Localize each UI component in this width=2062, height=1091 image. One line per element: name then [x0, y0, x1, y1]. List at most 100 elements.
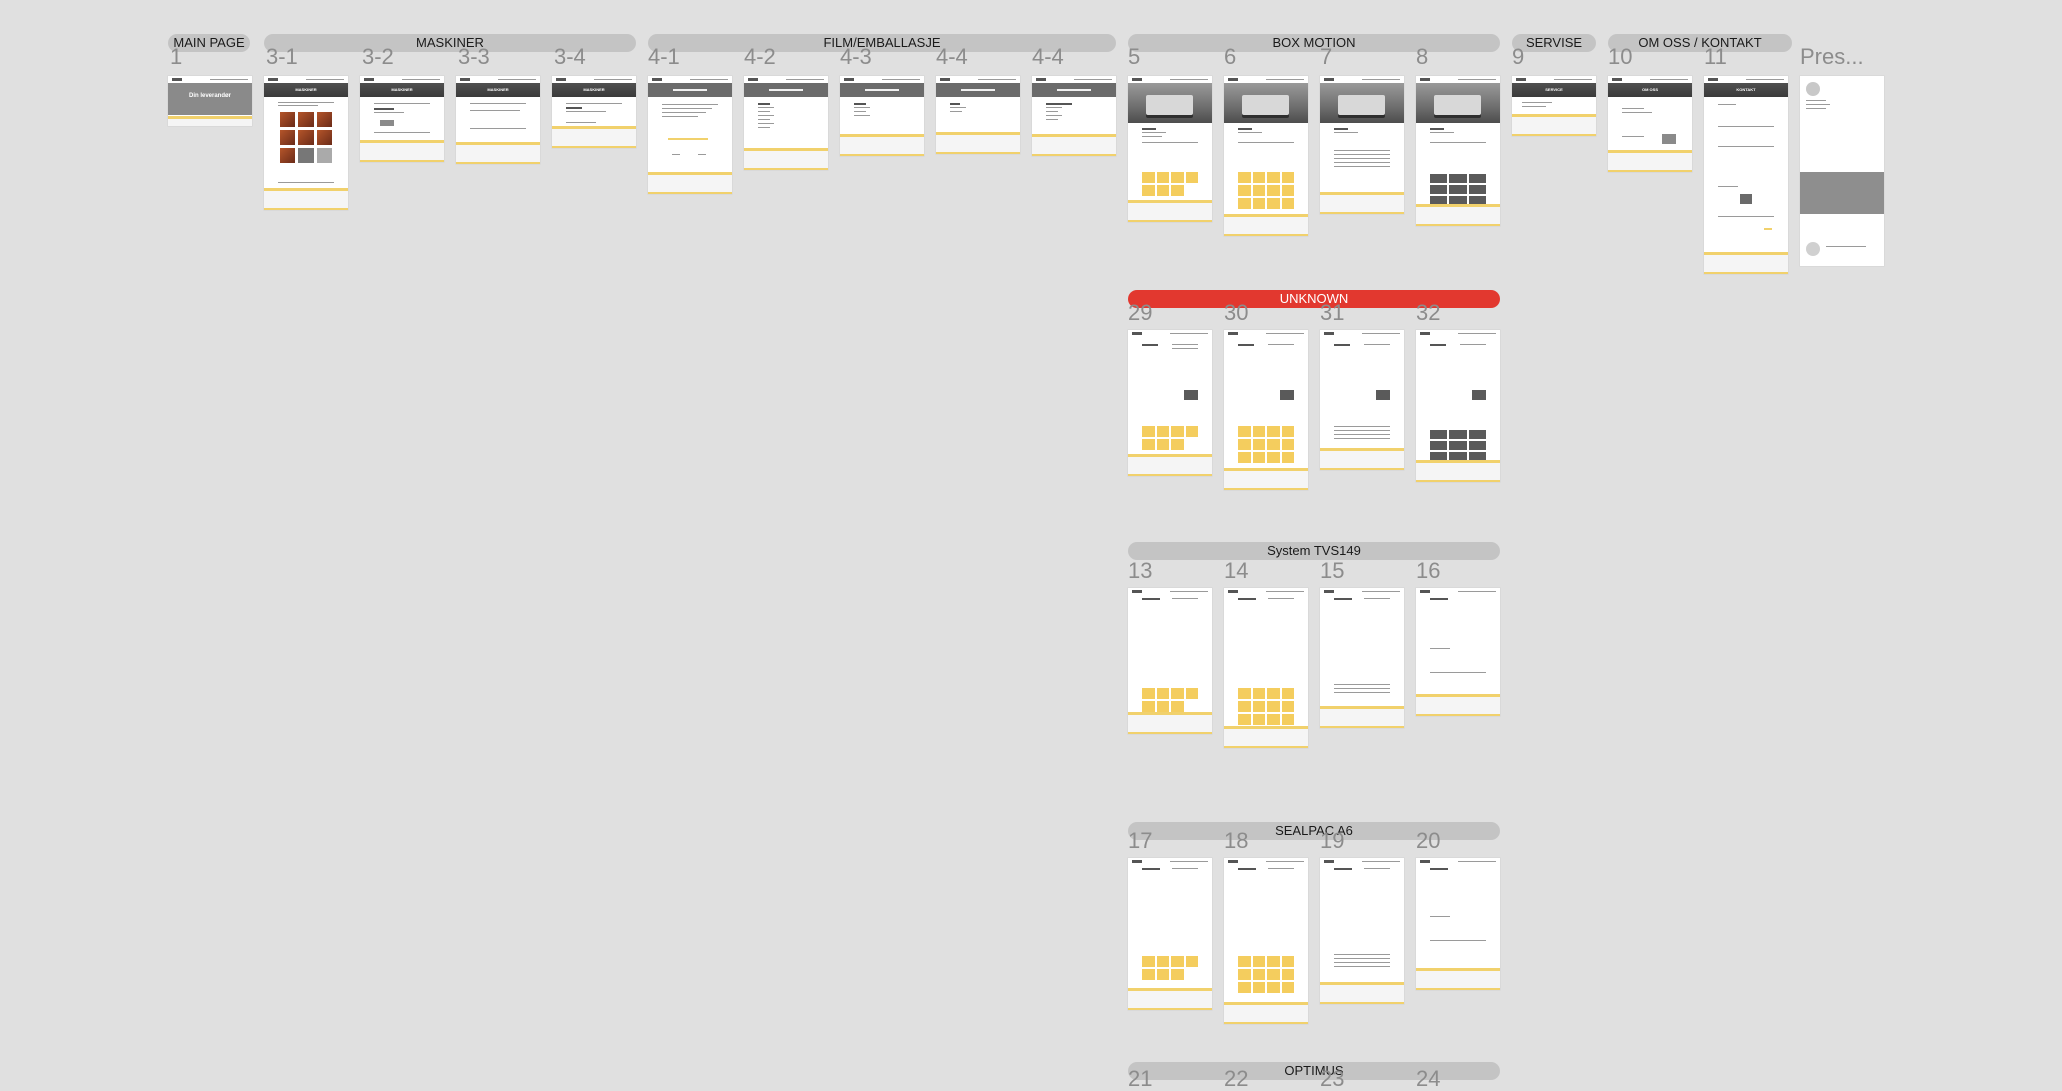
frame-thumbnail[interactable] — [1800, 76, 1884, 266]
frame-label[interactable]: 14 — [1224, 560, 1248, 582]
frame-label[interactable]: 24 — [1416, 1068, 1440, 1090]
frame-thumbnail[interactable]: MASKINER — [552, 76, 636, 148]
frame-nav — [1224, 858, 1308, 865]
section-box-motion[interactable]: BOX MOTION — [1128, 34, 1500, 52]
frame-label[interactable]: 3-2 — [362, 46, 394, 68]
frame-thumbnail[interactable] — [1416, 76, 1500, 226]
frame-thumbnail[interactable] — [1416, 588, 1500, 716]
section-unknown[interactable]: UNKNOWN — [1128, 290, 1500, 308]
frame-thumbnail[interactable] — [1224, 330, 1308, 490]
frame-thumbnail[interactable]: MASKINER — [264, 76, 348, 210]
frame-label[interactable]: 30 — [1224, 302, 1248, 324]
frame-nav — [1128, 588, 1212, 595]
frame-hero — [648, 83, 732, 97]
frame-thumbnail[interactable] — [1128, 76, 1212, 222]
frame-thumbnail[interactable] — [1224, 588, 1308, 748]
frame-label[interactable]: 3-3 — [458, 46, 490, 68]
hero-title: MASKINER — [391, 87, 413, 92]
frame-thumbnail[interactable] — [1224, 858, 1308, 1024]
frame-label[interactable]: 4-1 — [648, 46, 680, 68]
frame-thumbnail[interactable] — [648, 76, 732, 194]
frame-label[interactable]: 3-1 — [266, 46, 298, 68]
frame-label[interactable]: 31 — [1320, 302, 1344, 324]
frame-thumbnail[interactable] — [1032, 76, 1116, 156]
frame-thumbnail[interactable] — [1320, 76, 1404, 214]
frame-hero: MASKINER — [264, 83, 348, 97]
frame-thumbnail[interactable]: Din leverandør — [168, 76, 252, 126]
frame-thumbnail[interactable] — [1128, 330, 1212, 476]
frame-thumbnail[interactable]: OM OSS — [1608, 76, 1692, 172]
frame-thumbnail[interactable] — [744, 76, 828, 170]
frame-thumbnail[interactable] — [1128, 858, 1212, 1010]
frame-footer — [1704, 252, 1788, 274]
frame-thumbnail[interactable] — [1224, 76, 1308, 236]
frame-label[interactable]: 9 — [1512, 46, 1524, 68]
frame-label[interactable]: 3-4 — [554, 46, 586, 68]
frame-label[interactable]: 10 — [1608, 46, 1632, 68]
frame-footer — [1416, 694, 1500, 716]
frame-label[interactable]: 4-4 — [1032, 46, 1064, 68]
frame-label[interactable]: 15 — [1320, 560, 1344, 582]
frame-footer — [936, 132, 1020, 154]
hero-title: MASKINER — [583, 87, 605, 92]
frame-thumbnail[interactable] — [1416, 858, 1500, 990]
section-sealpac-a6[interactable]: SEALPAC A6 — [1128, 822, 1500, 840]
frame-label[interactable]: 4-3 — [840, 46, 872, 68]
frame-nav — [840, 76, 924, 83]
frame-thumbnail[interactable]: MASKINER — [456, 76, 540, 164]
frame-label[interactable]: 22 — [1224, 1068, 1248, 1090]
frame-label[interactable]: 5 — [1128, 46, 1140, 68]
frame-label[interactable]: 23 — [1320, 1068, 1344, 1090]
frame-label[interactable]: 13 — [1128, 560, 1152, 582]
frame-hero: KONTAKT — [1704, 83, 1788, 97]
frame-thumbnail[interactable] — [1320, 588, 1404, 728]
frame-footer — [1032, 134, 1116, 156]
frame-thumbnail[interactable] — [1128, 588, 1212, 734]
frame-label[interactable]: 29 — [1128, 302, 1152, 324]
frame-label[interactable]: 1 — [170, 46, 182, 68]
frame-label[interactable]: 19 — [1320, 830, 1344, 852]
feature-grid — [1238, 688, 1294, 725]
frame-label[interactable]: 17 — [1128, 830, 1152, 852]
design-canvas[interactable]: MAIN PAGE MASKINER FILM/EMBALLASJE BOX M… — [0, 0, 2062, 1090]
frame-thumbnail[interactable] — [1320, 330, 1404, 470]
section-optimus[interactable]: OPTIMUS — [1128, 1062, 1500, 1080]
frame-thumbnail[interactable]: MASKINER — [360, 76, 444, 162]
frame-label[interactable]: 8 — [1416, 46, 1428, 68]
hero-title: OM OSS — [1641, 87, 1658, 92]
section-servise[interactable]: SERVISE — [1512, 34, 1596, 52]
frame-label[interactable]: 21 — [1128, 1068, 1152, 1090]
frame-label[interactable]: 16 — [1416, 560, 1440, 582]
hero-title: Din leverandør — [188, 93, 231, 99]
frame-footer — [648, 172, 732, 194]
frame-label[interactable]: 32 — [1416, 302, 1440, 324]
section-system-tvs149[interactable]: System TVS149 — [1128, 542, 1500, 560]
frame-label[interactable]: Pres... — [1800, 46, 1864, 68]
frame-thumbnail[interactable] — [1416, 330, 1500, 482]
frame-thumbnail[interactable]: KONTAKT — [1704, 76, 1788, 274]
frame-label[interactable]: 18 — [1224, 830, 1248, 852]
feature-grid — [1238, 426, 1294, 463]
feature-grid — [1238, 956, 1294, 993]
frame-thumbnail[interactable] — [936, 76, 1020, 154]
frame-label[interactable]: 7 — [1320, 46, 1332, 68]
frame-nav — [456, 76, 540, 83]
frame-thumbnail[interactable] — [840, 76, 924, 156]
feature-grid — [1142, 426, 1198, 450]
section-om-oss-kontakt[interactable]: OM OSS / KONTAKT — [1608, 34, 1792, 52]
gallery-grid — [1430, 174, 1486, 205]
frame-thumbnail[interactable] — [1320, 858, 1404, 1004]
frame-label[interactable]: 6 — [1224, 46, 1236, 68]
frame-footer — [552, 126, 636, 148]
frame-thumbnail[interactable]: SERVICE — [1512, 76, 1596, 136]
frame-label[interactable]: 4-4 — [936, 46, 968, 68]
frame-label[interactable]: 4-2 — [744, 46, 776, 68]
frame-nav — [1320, 858, 1404, 865]
frame-label[interactable]: 11 — [1704, 46, 1727, 68]
frame-nav — [1224, 588, 1308, 595]
product-grid — [280, 112, 332, 163]
feature-grid — [1142, 688, 1198, 712]
frame-nav — [1416, 588, 1500, 595]
frame-label[interactable]: 20 — [1416, 830, 1440, 852]
frame-footer — [1416, 460, 1500, 482]
